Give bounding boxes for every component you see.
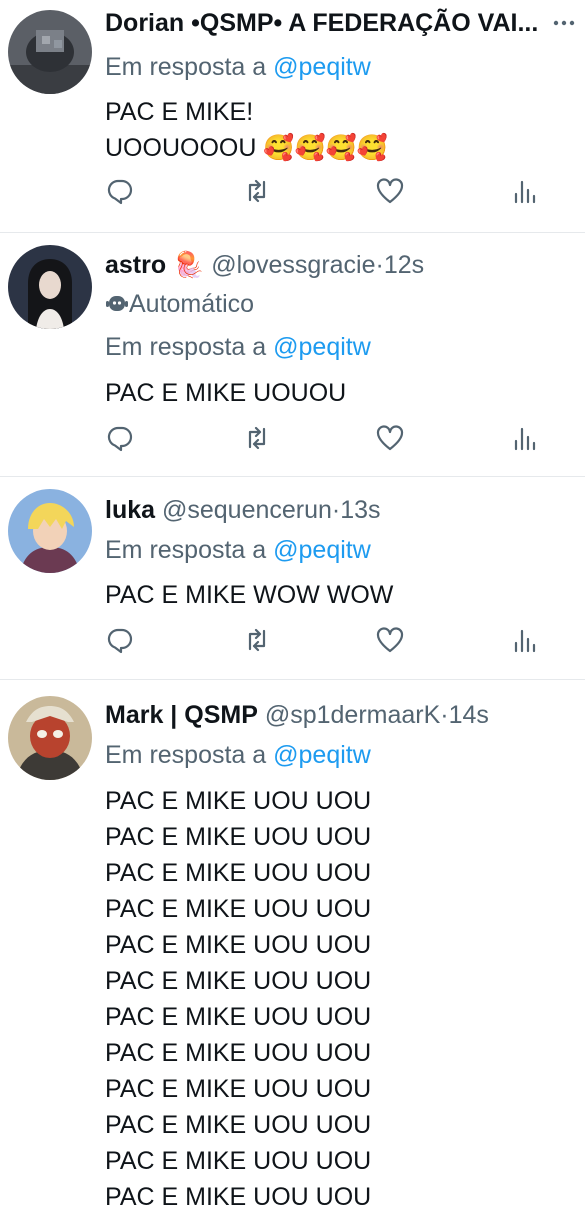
tweet-text-line: UOOUOOOU 🥰🥰🥰🥰 (105, 134, 388, 162)
more-icon[interactable] (551, 8, 577, 38)
timestamp[interactable]: 14s (449, 701, 489, 729)
automated-label[interactable]: Automático (105, 289, 254, 319)
tweet-text: PAC E MIKE WOW WOW (105, 577, 393, 613)
tweet-text-line: PAC E MIKE UOU UOU (105, 1111, 372, 1139)
reply-mention[interactable]: @peqitw (273, 536, 371, 564)
display-name[interactable]: luka (105, 496, 155, 524)
views-icon[interactable] (510, 625, 540, 655)
tweet-text-line: PAC E MIKE UOU UOU (105, 1039, 372, 1067)
reply-prefix: Em resposta a (105, 333, 267, 361)
handle[interactable]: @lovessgracie (211, 251, 375, 279)
tweet-text: PAC E MIKE! UOOUOOOU 🥰🥰🥰🥰 (105, 94, 388, 166)
tweet-3[interactable]: luka @sequencerun·13s Em resposta a @peq… (0, 477, 585, 679)
handle[interactable]: @sequencerun (162, 496, 332, 524)
retweet-icon[interactable] (242, 176, 272, 206)
avatar-image (8, 245, 92, 329)
reply-mention[interactable]: @peqitw (273, 53, 371, 81)
handle[interactable]: @sp1dermaarK (265, 701, 440, 729)
action-bar (105, 625, 545, 655)
tweet-text-line: PAC E MIKE UOU UOU (105, 823, 372, 851)
tweet-text-line: PAC E MIKE! (105, 98, 254, 126)
retweet-icon[interactable] (242, 423, 272, 453)
tweet-text-line: PAC E MIKE UOU UOU (105, 1003, 372, 1031)
tweet-text: PAC E MIKE UOU UOU PAC E MIKE UOU UOU PA… (105, 783, 371, 1215)
avatar-image (8, 10, 92, 94)
tweet-text-line: PAC E MIKE UOUOU (105, 379, 347, 407)
reply-context: Em resposta a @peqitw (105, 332, 371, 362)
reply-prefix: Em resposta a (105, 741, 267, 769)
bot-icon (105, 291, 129, 315)
reply-icon[interactable] (105, 625, 135, 655)
tweet-text-line: PAC E MIKE UOU UOU (105, 1147, 372, 1175)
avatar[interactable] (8, 489, 92, 573)
retweet-icon[interactable] (242, 625, 272, 655)
avatar[interactable] (8, 10, 92, 94)
tweet-text-line: PAC E MIKE UOU UOU (105, 787, 372, 815)
tweet-1[interactable]: Dorian •QSMP• A FEDERAÇÃO VAI... Em resp… (0, 0, 585, 232)
tweet-text-line: PAC E MIKE UOU UOU (105, 931, 372, 959)
tweet-text-line: PAC E MIKE WOW WOW (105, 581, 394, 609)
display-name[interactable]: Mark | QSMP (105, 701, 258, 729)
reply-prefix: Em resposta a (105, 53, 267, 81)
tweet-2[interactable]: astro 🪼 @lovessgracie·12s Automático Em … (0, 233, 585, 476)
action-bar (105, 423, 545, 453)
avatar-image (8, 489, 92, 573)
reply-mention[interactable]: @peqitw (273, 333, 371, 361)
display-name[interactable]: Dorian •QSMP• A FEDERAÇÃO VAI... (105, 9, 538, 37)
tweet-text-line: PAC E MIKE UOU UOU (105, 967, 372, 995)
tweet-text-line: PAC E MIKE UOU UOU (105, 1075, 372, 1103)
reply-mention[interactable]: @peqitw (273, 741, 371, 769)
tweet-text-line: PAC E MIKE UOU UOU (105, 859, 372, 887)
separator-dot: · (375, 251, 384, 279)
tweet-header: Dorian •QSMP• A FEDERAÇÃO VAI... (105, 8, 538, 38)
tweet-4[interactable]: Mark | QSMP @sp1dermaarK·14s Em resposta… (0, 680, 585, 1211)
avatar[interactable] (8, 245, 92, 329)
reply-icon[interactable] (105, 423, 135, 453)
reply-prefix: Em resposta a (105, 536, 267, 564)
tweet-text-line: PAC E MIKE UOU UOU (105, 1183, 372, 1211)
heart-icon[interactable] (375, 423, 405, 453)
reply-context: Em resposta a @peqitw (105, 535, 371, 565)
automated-text: Automático (129, 290, 255, 318)
separator-dot: · (440, 701, 449, 729)
tweet-text: PAC E MIKE UOUOU (105, 375, 346, 411)
views-icon[interactable] (510, 423, 540, 453)
avatar-image (8, 696, 92, 780)
action-bar (105, 176, 545, 206)
heart-icon[interactable] (375, 625, 405, 655)
timestamp[interactable]: 13s (340, 496, 380, 524)
jellyfish-emoji: 🪼 (173, 251, 205, 279)
tweet-text-line: PAC E MIKE UOU UOU (105, 895, 372, 923)
reply-context: Em resposta a @peqitw (105, 52, 371, 82)
timestamp[interactable]: 12s (384, 251, 424, 279)
display-name[interactable]: astro (105, 251, 166, 279)
tweet-header: luka @sequencerun·13s (105, 495, 381, 525)
tweet-header: astro 🪼 @lovessgracie·12s (105, 250, 424, 280)
separator-dot: · (331, 496, 341, 524)
reply-icon[interactable] (105, 176, 135, 206)
views-icon[interactable] (510, 176, 540, 206)
tweet-header: Mark | QSMP @sp1dermaarK·14s (105, 700, 489, 730)
heart-icon[interactable] (375, 176, 405, 206)
avatar[interactable] (8, 696, 92, 780)
reply-context: Em resposta a @peqitw (105, 740, 371, 770)
